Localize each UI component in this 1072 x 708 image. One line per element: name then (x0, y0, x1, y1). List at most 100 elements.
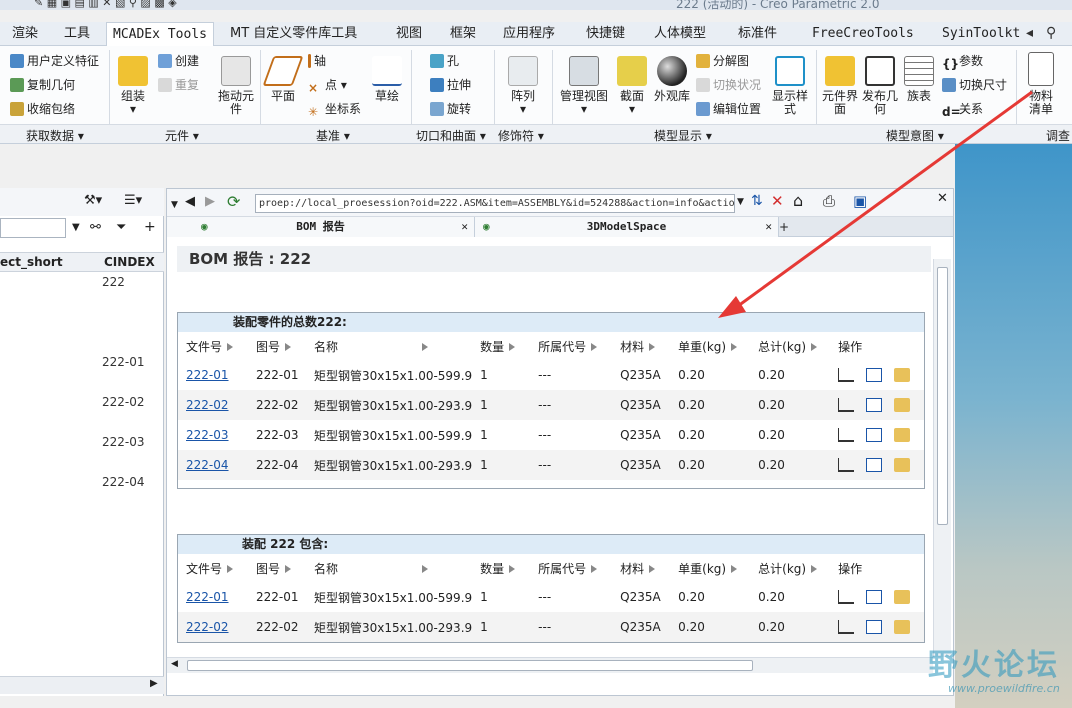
col-header-qty[interactable]: 数量 (472, 554, 530, 582)
parameters-button[interactable]: {}参数 (942, 52, 983, 71)
group-cut-surface[interactable]: 切口和曲面 ▾ (416, 127, 486, 144)
col-header-code[interactable]: 所属代号 (530, 332, 612, 360)
toggle-state-button[interactable]: 切换状况 (696, 76, 761, 93)
exploded-view-button[interactable]: 分解图 (696, 52, 749, 69)
tab-human-model[interactable]: 人体模型 (648, 22, 712, 46)
address-input[interactable]: proep://local_proesession?oid=222.ASM&it… (255, 194, 735, 213)
extrude-button[interactable]: 拉伸 (430, 76, 471, 93)
pattern-button[interactable]: 阵列 ▾ (504, 56, 542, 116)
search-icon[interactable]: ⚲ (1046, 25, 1056, 41)
vertical-scroll-thumb[interactable] (937, 267, 948, 525)
relations-button[interactable]: d=关系 (942, 100, 983, 119)
col-header-material[interactable]: 材料 (612, 554, 670, 582)
col-header-unit-weight[interactable]: 单重(kg) (670, 332, 750, 360)
edit-icon[interactable] (838, 590, 855, 604)
address-history-icon[interactable]: ▼ (737, 197, 744, 207)
home-icon[interactable]: ⌂ (793, 191, 803, 210)
info-icon[interactable] (866, 620, 883, 634)
file-link[interactable]: 222-02 (186, 620, 229, 634)
col-header-total-weight[interactable]: 总计(kg) (750, 554, 830, 582)
tab-freecreotools[interactable]: FreeCreoTools (806, 22, 920, 46)
close-tab-icon[interactable]: ✕ (461, 217, 468, 237)
create-button[interactable]: 创建 (158, 52, 199, 69)
add-column-icon[interactable]: + (144, 219, 156, 235)
col-header-qty[interactable]: 数量 (472, 332, 530, 360)
col-header-name[interactable]: 名称 (306, 554, 472, 582)
copy-geometry-button[interactable]: 复制几何 (10, 76, 75, 93)
folder-icon[interactable] (894, 368, 911, 382)
settings-icon[interactable]: ⚒▾ (84, 193, 102, 208)
col-header-material[interactable]: 材料 (612, 332, 670, 360)
tab-frame[interactable]: 框架 (444, 22, 482, 46)
file-link[interactable]: 222-01 (186, 590, 229, 604)
folder-icon[interactable] (894, 458, 911, 472)
tab-view[interactable]: 视图 (390, 22, 428, 46)
bom-button[interactable]: 物料清单 (1024, 52, 1058, 116)
tab-bom-report[interactable]: ◉ BOM 报告 ✕ (167, 217, 475, 237)
save-icon[interactable]: ▣ (853, 192, 867, 210)
collapse-icon[interactable]: ▼ (171, 200, 178, 210)
show-menu-icon[interactable]: ☰▾ (124, 193, 142, 208)
manage-views-button[interactable]: 管理视图 ▾ (558, 56, 610, 116)
folder-icon[interactable] (894, 590, 911, 604)
scroll-left-icon[interactable]: ◀ (171, 659, 178, 669)
group-datum[interactable]: 基准 ▾ (316, 127, 350, 144)
filter-icon[interactable]: ⏷ (116, 220, 126, 235)
binoculars-icon[interactable]: ⚯ (90, 220, 101, 235)
tab-applications[interactable]: 应用程序 (497, 22, 561, 46)
group-get-data[interactable]: 获取数据 ▾ (26, 127, 84, 144)
folder-icon[interactable] (894, 398, 911, 412)
switch-dimensions-button[interactable]: 切换尺寸 (942, 76, 1007, 93)
component-interface-button[interactable]: 元件界面 (822, 56, 858, 116)
hole-button[interactable]: 孔 (430, 52, 459, 69)
go-icon[interactable]: ⇅ (751, 193, 763, 209)
refresh-icon[interactable]: ⟳ (227, 192, 240, 211)
tree-row-value[interactable]: 222-01 (102, 355, 145, 369)
edit-icon[interactable] (838, 398, 855, 412)
col-header-file[interactable]: 文件号 (178, 332, 248, 360)
tab-shortcuts[interactable]: 快捷键 (580, 22, 631, 46)
display-style-button[interactable]: 显示样式 (768, 56, 812, 116)
stop-icon[interactable]: ✕ (771, 192, 784, 210)
tab-mt-part-library[interactable]: MT 自定义零件库工具 (224, 22, 363, 46)
col-header-file[interactable]: 文件号 (178, 554, 248, 582)
col-header-unit-weight[interactable]: 单重(kg) (670, 554, 750, 582)
tree-row-value[interactable]: 222 (102, 275, 125, 289)
section-button[interactable]: 截面 ▾ (614, 56, 650, 116)
page-horizontal-scrollbar[interactable]: ◀ (167, 657, 933, 673)
col-header-total-weight[interactable]: 总计(kg) (750, 332, 830, 360)
column-header-object-short[interactable]: ect_short (0, 255, 63, 269)
tab-standard-parts[interactable]: 标准件 (732, 22, 783, 46)
info-icon[interactable] (866, 428, 883, 442)
tree-horizontal-scrollbar[interactable]: ▶ (0, 676, 164, 694)
tab-tools[interactable]: 工具 (58, 22, 96, 46)
col-header-name[interactable]: 名称 (306, 332, 472, 360)
edit-position-button[interactable]: 编辑位置 (696, 100, 761, 117)
revolve-button[interactable]: 旋转 (430, 100, 471, 117)
close-browser-icon[interactable]: ✕ (937, 191, 948, 206)
file-link[interactable]: 222-03 (186, 428, 229, 442)
tree-row-value[interactable]: 222-04 (102, 475, 145, 489)
group-model-display[interactable]: 模型显示 ▾ (654, 127, 712, 144)
file-link[interactable]: 222-04 (186, 458, 229, 472)
edit-icon[interactable] (838, 458, 855, 472)
publish-geometry-button[interactable]: 发布几何 (862, 56, 898, 116)
tab-3dmodelspace[interactable]: ◉ 3DModelSpace ✕ (475, 217, 779, 237)
scroll-left-icon[interactable]: ◂ (1026, 25, 1033, 41)
sketch-button[interactable]: 草绘 (370, 56, 404, 103)
tree-row-value[interactable]: 222-03 (102, 435, 145, 449)
col-header-code[interactable]: 所属代号 (530, 554, 612, 582)
tab-render[interactable]: 渲染 (6, 22, 44, 46)
tree-filter-input[interactable] (0, 218, 66, 238)
group-component[interactable]: 元件 ▾ (165, 127, 199, 144)
folder-icon[interactable] (894, 620, 911, 634)
axis-button[interactable]: 轴 (308, 52, 326, 69)
forward-icon[interactable]: ▶ (205, 194, 215, 209)
info-icon[interactable] (866, 458, 883, 472)
plane-button[interactable]: 平面 (262, 56, 304, 103)
assemble-button[interactable]: 组装 ▾ (114, 56, 152, 116)
col-header-drawing[interactable]: 图号 (248, 554, 306, 582)
redo-button[interactable]: 重复 (158, 76, 199, 93)
edit-icon[interactable] (838, 620, 855, 634)
family-table-button[interactable]: 族表 (902, 56, 936, 103)
